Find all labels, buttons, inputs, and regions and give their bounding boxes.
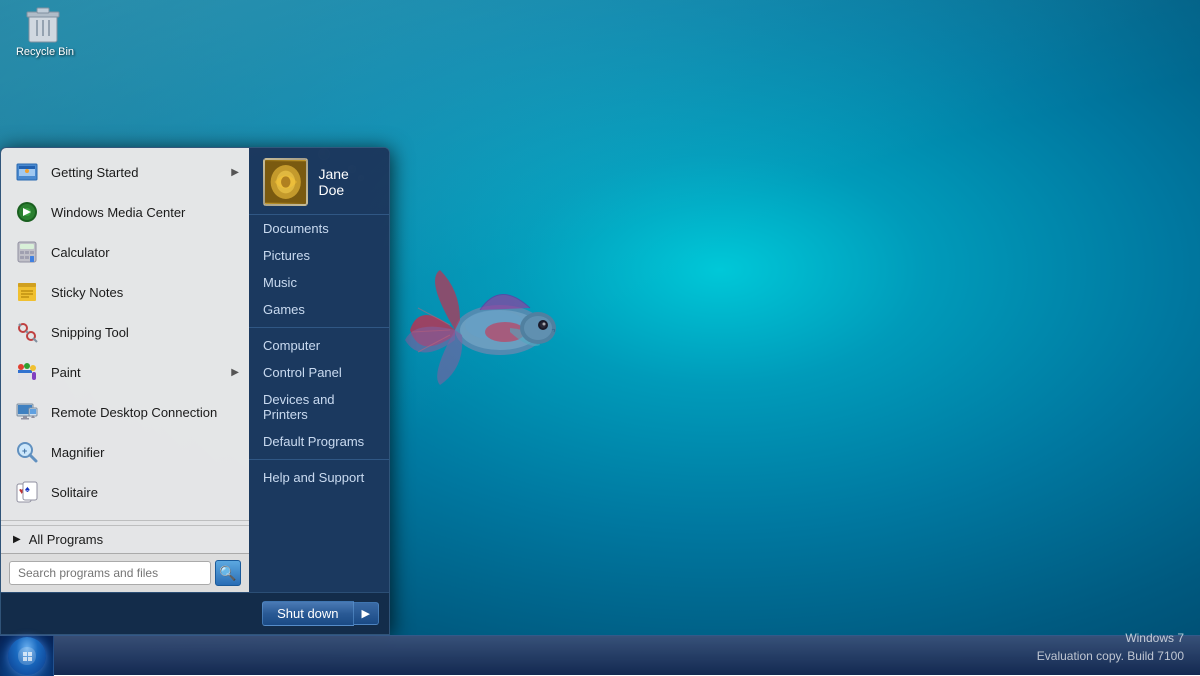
magnifier-icon: + <box>13 438 41 466</box>
left-panel-items: Getting Started ▶ <box>1 148 249 516</box>
sticky-notes-label: Sticky Notes <box>51 285 237 300</box>
user-avatar <box>263 158 308 206</box>
start-orb <box>8 637 46 675</box>
right-menu-computer[interactable]: Computer <box>249 332 389 359</box>
right-menu-games[interactable]: Games <box>249 296 389 323</box>
svg-text:+: + <box>22 446 27 456</box>
right-menu-control-panel[interactable]: Control Panel <box>249 359 389 386</box>
menu-item-solitaire[interactable]: ♥ ♠ Solitaire <box>1 472 249 512</box>
username-label: Jane Doe <box>318 166 375 198</box>
taskbar <box>0 635 1200 675</box>
menu-item-magnifier[interactable]: + Magnifier <box>1 432 249 472</box>
solitaire-icon: ♥ ♠ <box>13 478 41 506</box>
recycle-bin-icon <box>25 4 65 44</box>
right-menu-default-programs[interactable]: Default Programs <box>249 428 389 455</box>
right-separator <box>249 327 389 328</box>
calculator-icon <box>13 238 41 266</box>
menu-item-calculator[interactable]: Calculator <box>1 232 249 272</box>
search-button[interactable]: 🔍 <box>215 560 241 586</box>
menu-item-getting-started[interactable]: Getting Started ▶ <box>1 152 249 192</box>
user-header: Jane Doe <box>249 148 389 215</box>
wmc-label: Windows Media Center <box>51 205 237 220</box>
start-menu-top: Getting Started ▶ <box>1 148 389 592</box>
menu-item-windows-media-center[interactable]: Windows Media Center <box>1 192 249 232</box>
right-separator-2 <box>249 459 389 460</box>
remote-desktop-label: Remote Desktop Connection <box>51 405 237 420</box>
right-menu-devices-printers[interactable]: Devices and Printers <box>249 386 389 428</box>
watermark-line1: Windows 7 <box>1037 629 1184 647</box>
recycle-bin-label: Recycle Bin <box>16 46 74 58</box>
paint-arrow: ▶ <box>231 367 239 378</box>
svg-text:♠: ♠ <box>25 484 30 494</box>
shutdown-row: Shut down ▶ <box>1 592 389 634</box>
shutdown-button[interactable]: Shut down <box>262 601 353 626</box>
watermark: Windows 7 Evaluation copy. Build 7100 <box>1037 629 1184 665</box>
start-menu: Getting Started ▶ <box>0 147 390 635</box>
snipping-tool-label: Snipping Tool <box>51 325 237 340</box>
paint-label: Paint <box>51 365 237 380</box>
all-programs-row[interactable]: ▶ All Programs <box>1 525 249 553</box>
start-button[interactable] <box>0 636 54 676</box>
getting-started-icon <box>13 158 41 186</box>
snipping-tool-icon <box>13 318 41 346</box>
menu-item-paint[interactable]: Paint ▶ <box>1 352 249 392</box>
getting-started-label: Getting Started <box>51 165 237 180</box>
search-input[interactable] <box>9 561 211 585</box>
calculator-label: Calculator <box>51 245 237 260</box>
remote-desktop-icon <box>13 398 41 426</box>
menu-separator <box>1 520 249 521</box>
right-menu-pictures[interactable]: Pictures <box>249 242 389 269</box>
right-menu-documents[interactable]: Documents <box>249 215 389 242</box>
right-panel: Jane Doe Documents Pictures Music Games <box>249 148 389 592</box>
sticky-notes-icon <box>13 278 41 306</box>
fish-decoration <box>400 220 620 440</box>
all-programs-label: All Programs <box>29 532 103 547</box>
recycle-bin[interactable]: Recycle Bin <box>10 4 80 58</box>
menu-item-remote-desktop[interactable]: Remote Desktop Connection <box>1 392 249 432</box>
shutdown-arrow-button[interactable]: ▶ <box>354 602 379 625</box>
paint-icon <box>13 358 41 386</box>
menu-item-snipping-tool[interactable]: Snipping Tool <box>1 312 249 352</box>
left-panel: Getting Started ▶ <box>1 148 249 592</box>
desktop: Recycle Bin <box>0 0 1200 675</box>
right-menu-music[interactable]: Music <box>249 269 389 296</box>
magnifier-label: Magnifier <box>51 445 237 460</box>
solitaire-label: Solitaire <box>51 485 237 500</box>
right-menu-help-support[interactable]: Help and Support <box>249 464 389 491</box>
shutdown-label: Shut down <box>277 606 338 621</box>
watermark-line2: Evaluation copy. Build 7100 <box>1037 647 1184 665</box>
search-bar: 🔍 <box>1 553 249 592</box>
all-programs-arrow-icon: ▶ <box>13 534 21 545</box>
getting-started-arrow: ▶ <box>231 167 239 178</box>
menu-item-sticky-notes[interactable]: Sticky Notes <box>1 272 249 312</box>
wmc-icon <box>13 198 41 226</box>
